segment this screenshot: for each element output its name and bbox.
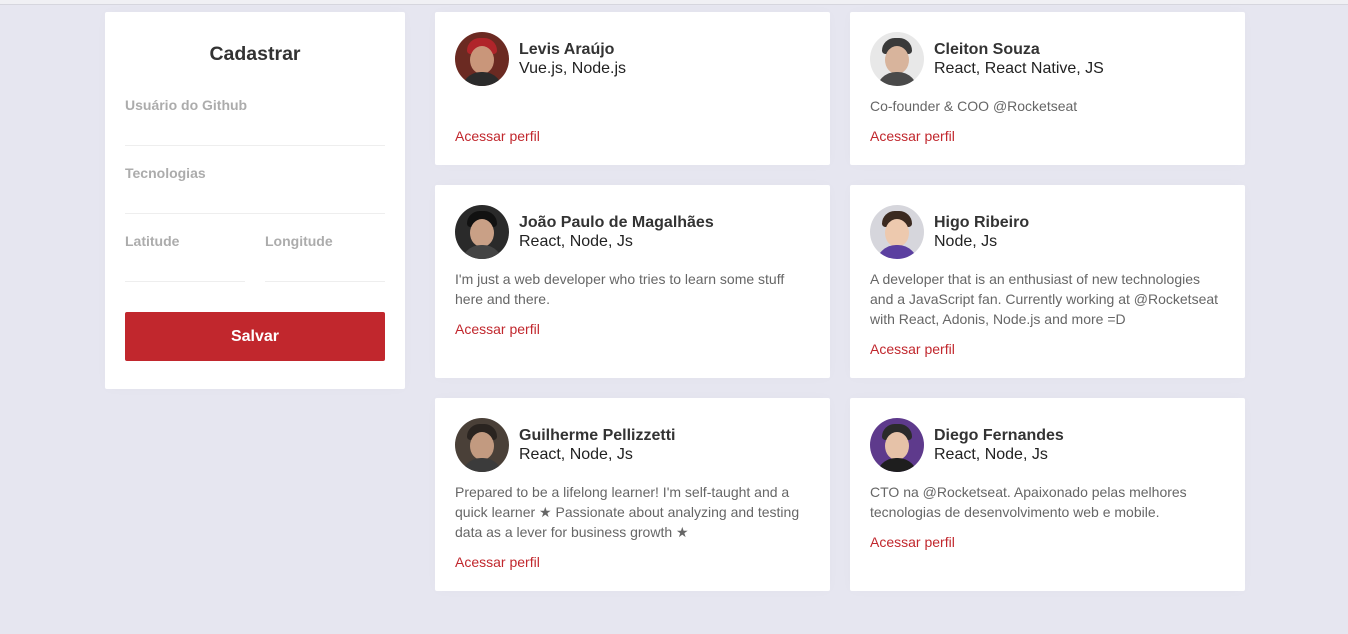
avatar [455,418,509,472]
dev-card-header: João Paulo de Magalhães React, Node, Js [455,205,810,259]
github-user-input[interactable]: Usuário do Github [125,96,385,114]
dev-user-info: João Paulo de Magalhães React, Node, Js [519,213,714,251]
dev-bio: A developer that is an enthusiast of new… [870,271,1219,327]
dev-user-info: Cleiton Souza React, React Native, JS [934,40,1104,78]
longitude-input[interactable]: Longitude [265,232,385,250]
longitude-underline [265,250,385,282]
dev-card-header: Diego Fernandes React, Node, Js [870,418,1225,472]
dev-bio: I'm just a web developer who tries to le… [455,271,785,307]
latitude-input[interactable]: Latitude [125,232,245,250]
dev-name: Cleiton Souza [934,41,1040,58]
github-user-field[interactable]: Usuário do Github [125,96,385,146]
techs-field[interactable]: Tecnologias [125,164,385,214]
avatar [870,32,924,86]
dev-user-info: Diego Fernandes React, Node, Js [934,426,1064,464]
techs-underline [125,182,385,214]
coordinates-row: Latitude Longitude [125,232,385,282]
dev-user-info: Levis Araújo Vue.js, Node.js [519,40,626,78]
avatar [870,205,924,259]
dev-bio: Co-founder & COO @Rocketseat [870,98,1078,114]
dev-user-info: Higo Ribeiro Node, Js [934,213,1029,251]
dev-card-header: Guilherme Pellizzetti React, Node, Js [455,418,810,472]
browser-top-edge [0,0,1348,5]
dev-card: Levis Araújo Vue.js, Node.js Acessar per… [435,12,830,165]
dev-techs: React, React Native, JS [934,60,1104,77]
dev-techs: React, Node, Js [519,446,633,463]
dev-name: Guilherme Pellizzetti [519,427,676,444]
dev-techs: Vue.js, Node.js [519,60,627,77]
profile-link[interactable]: Acessar perfil [455,319,810,339]
form-title: Cadastrar [209,43,301,65]
longitude-field[interactable]: Longitude [265,232,385,282]
avatar [455,32,509,86]
dev-card: Guilherme Pellizzetti React, Node, Js Pr… [435,398,830,591]
avatar [455,205,509,259]
dev-name: Levis Araújo [519,41,615,58]
dev-user-info: Guilherme Pellizzetti React, Node, Js [519,426,675,464]
profile-link[interactable]: Acessar perfil [870,126,1225,146]
dev-bio: CTO na @Rocketseat. Apaixonado pelas mel… [870,484,1187,520]
profile-link[interactable]: Acessar perfil [455,126,810,146]
avatar [870,418,924,472]
dev-card: Cleiton Souza React, React Native, JS Co… [850,12,1245,165]
dev-name: Higo Ribeiro [934,214,1030,231]
dev-card: João Paulo de Magalhães React, Node, Js … [435,185,830,378]
dev-bio: Prepared to be a lifelong learner! I'm s… [455,484,800,540]
dev-card: Higo Ribeiro Node, Js A developer that i… [850,185,1245,378]
dev-card: Diego Fernandes React, Node, Js CTO na @… [850,398,1245,591]
dev-techs: React, Node, Js [519,233,633,250]
dev-card-header: Levis Araújo Vue.js, Node.js [455,32,810,86]
dev-techs: React, Node, Js [934,446,1048,463]
profile-link[interactable]: Acessar perfil [870,339,1225,359]
profile-link[interactable]: Acessar perfil [870,532,1225,552]
dev-card-header: Cleiton Souza React, React Native, JS [870,32,1225,86]
latitude-field[interactable]: Latitude [125,232,245,282]
profile-link[interactable]: Acessar perfil [455,552,810,572]
dev-name: João Paulo de Magalhães [519,214,714,231]
register-form-panel: Cadastrar Usuário do Github Tecnologias … [105,12,405,389]
dev-techs: Node, Js [934,233,998,250]
save-button[interactable]: Salvar [125,312,385,361]
techs-input[interactable]: Tecnologias [125,164,385,182]
dev-card-header: Higo Ribeiro Node, Js [870,205,1225,259]
dev-name: Diego Fernandes [934,427,1064,444]
latitude-underline [125,250,245,282]
github-user-underline [125,114,385,146]
